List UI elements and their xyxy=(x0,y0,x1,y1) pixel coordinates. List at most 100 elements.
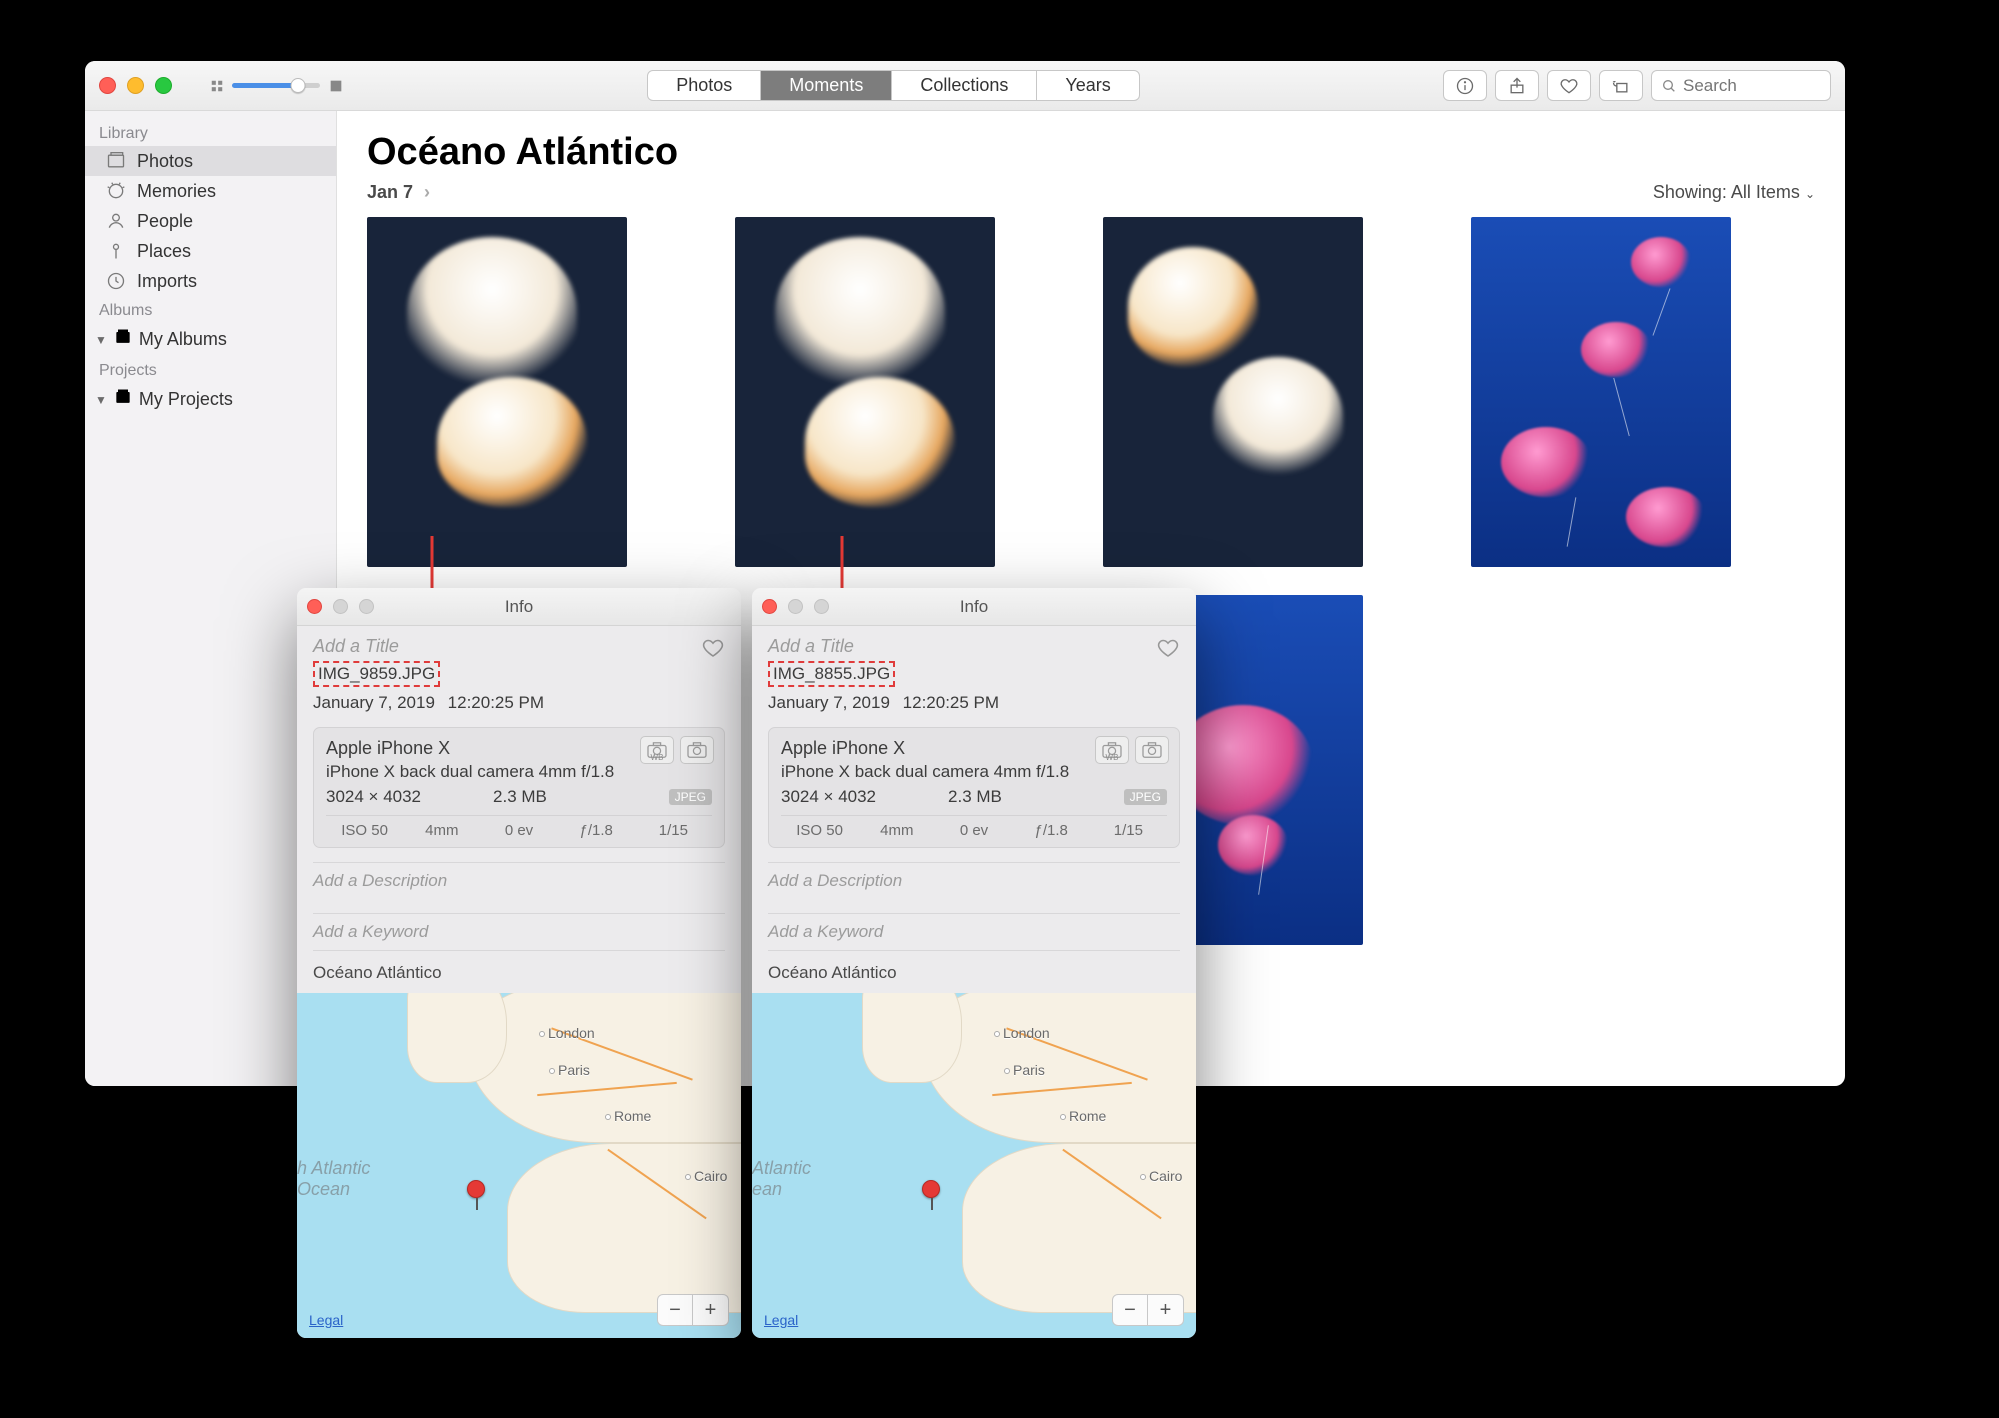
moment-date-link[interactable]: Jan 7 › xyxy=(367,182,430,203)
camera-lens: iPhone X back dual camera 4mm f/1.8 xyxy=(781,762,1167,782)
sidebar-item-photos[interactable]: Photos xyxy=(85,146,336,176)
camera-lens: iPhone X back dual camera 4mm f/1.8 xyxy=(326,762,712,782)
album-icon xyxy=(113,327,133,352)
photo-thumbnail[interactable] xyxy=(1471,217,1731,567)
camera-info-button[interactable] xyxy=(1135,736,1169,764)
heart-icon xyxy=(1156,636,1180,660)
sidebar-item-people[interactable]: People xyxy=(85,206,336,236)
sidebar-item-memories[interactable]: Memories xyxy=(85,176,336,206)
info-window-title: Info xyxy=(752,597,1196,617)
map-pin[interactable] xyxy=(467,1180,487,1208)
image-dimensions: 3024 × 4032 xyxy=(781,787,876,807)
sidebar-label: My Albums xyxy=(139,329,227,350)
keyword-field[interactable]: Add a Keyword xyxy=(313,913,725,951)
chevron-down-icon: ⌄ xyxy=(1805,187,1815,201)
date-time: January 7, 2019 12:20:25 PM xyxy=(768,693,1180,713)
sidebar-item-places[interactable]: Places xyxy=(85,236,336,266)
fullscreen-window-button[interactable] xyxy=(155,77,172,94)
favorite-toggle[interactable] xyxy=(701,636,725,665)
exif-iso: ISO 50 xyxy=(326,822,403,839)
info-window-title: Info xyxy=(297,597,741,617)
sidebar-item-my-projects[interactable]: ▼ My Projects xyxy=(85,383,336,416)
toolbar-right xyxy=(1443,70,1831,101)
map-city-london: London xyxy=(539,1025,595,1041)
format-badge: JPEG xyxy=(669,789,712,805)
map-city-paris: Paris xyxy=(549,1062,590,1078)
tab-photos[interactable]: Photos xyxy=(648,71,761,100)
photo-time: 12:20:25 PM xyxy=(903,693,999,712)
window-controls xyxy=(99,77,172,94)
description-field[interactable]: Add a Description xyxy=(313,862,725,899)
moment-title: Océano Atlántico xyxy=(367,131,1815,174)
showing-filter[interactable]: Showing: All Items ⌄ xyxy=(1653,182,1815,203)
title-field[interactable]: Add a Title xyxy=(768,636,1180,657)
chevron-right-icon: › xyxy=(424,182,430,202)
photo-thumbnail[interactable] xyxy=(735,217,995,567)
sidebar-section-projects: Projects xyxy=(85,356,336,383)
location-map[interactable]: London Paris Rome Cairo Atlantic ean − +… xyxy=(752,993,1196,1338)
photo-location: Océano Atlántico xyxy=(752,951,1196,993)
map-zoom-controls: − + xyxy=(1112,1294,1184,1326)
keyword-field[interactable]: Add a Keyword xyxy=(768,913,1180,951)
map-zoom-out-button[interactable]: − xyxy=(657,1294,693,1326)
map-ocean-label: Atlantic ean xyxy=(752,1158,811,1199)
format-badge: JPEG xyxy=(1124,789,1167,805)
grid-small-icon xyxy=(210,79,224,93)
rotate-button[interactable] xyxy=(1599,70,1643,101)
titlebar: Photos Moments Collections Years xyxy=(85,61,1845,111)
sidebar-label: My Projects xyxy=(139,389,233,410)
exif-iso: ISO 50 xyxy=(781,822,858,839)
grid-large-icon xyxy=(328,78,344,94)
photo-time: 12:20:25 PM xyxy=(448,693,544,712)
share-button[interactable] xyxy=(1495,70,1539,101)
map-zoom-in-button[interactable]: + xyxy=(693,1294,729,1326)
tab-moments[interactable]: Moments xyxy=(761,71,892,100)
search-input[interactable] xyxy=(1683,76,1813,96)
wb-label: WB xyxy=(1106,753,1119,762)
exif-ev: 0 ev xyxy=(935,822,1012,839)
map-pin[interactable] xyxy=(922,1180,942,1208)
map-legal-link[interactable]: Legal xyxy=(309,1312,343,1328)
title-field[interactable]: Add a Title xyxy=(313,636,725,657)
sidebar-section-albums: Albums xyxy=(85,296,336,323)
map-legal-link[interactable]: Legal xyxy=(764,1312,798,1328)
disclosure-triangle-icon: ▼ xyxy=(95,393,107,407)
favorite-toggle[interactable] xyxy=(1156,636,1180,665)
exif-focal: 4mm xyxy=(403,822,480,839)
camera-metadata-card: WB Apple iPhone X iPhone X back dual cam… xyxy=(768,727,1180,848)
tab-years[interactable]: Years xyxy=(1037,71,1138,100)
share-icon xyxy=(1507,76,1527,96)
camera-icon xyxy=(686,741,708,759)
map-city-rome: Rome xyxy=(1060,1108,1106,1124)
tab-collections[interactable]: Collections xyxy=(892,71,1037,100)
photo-thumbnail[interactable] xyxy=(367,217,627,567)
exif-focal: 4mm xyxy=(858,822,935,839)
sidebar-item-my-albums[interactable]: ▼ My Albums xyxy=(85,323,336,356)
camera-info-button[interactable] xyxy=(680,736,714,764)
location-map[interactable]: London Paris Rome Cairo h Atlantic Ocean… xyxy=(297,993,741,1338)
info-button[interactable] xyxy=(1443,70,1487,101)
search-field[interactable] xyxy=(1651,70,1831,101)
map-city-cairo: Cairo xyxy=(1140,1168,1182,1184)
sidebar-item-imports[interactable]: Imports xyxy=(85,266,336,296)
filename-highlight: IMG_8855.JPG xyxy=(768,661,895,687)
exif-ev: 0 ev xyxy=(480,822,557,839)
sidebar-section-library: Library xyxy=(85,119,336,146)
sidebar-label: Imports xyxy=(137,271,197,292)
thumbnail-zoom-slider[interactable] xyxy=(210,78,344,94)
photo-thumbnail[interactable] xyxy=(1103,217,1363,567)
map-zoom-out-button[interactable]: − xyxy=(1112,1294,1148,1326)
map-zoom-in-button[interactable]: + xyxy=(1148,1294,1184,1326)
places-icon xyxy=(105,240,127,262)
sidebar-label: Photos xyxy=(137,151,193,172)
map-city-paris: Paris xyxy=(1004,1062,1045,1078)
raw-wb-button[interactable]: WB xyxy=(640,736,674,764)
disclosure-triangle-icon: ▼ xyxy=(95,333,107,347)
project-icon xyxy=(113,387,133,412)
raw-wb-button[interactable]: WB xyxy=(1095,736,1129,764)
description-field[interactable]: Add a Description xyxy=(768,862,1180,899)
minimize-window-button[interactable] xyxy=(127,77,144,94)
close-window-button[interactable] xyxy=(99,77,116,94)
sidebar-label: Memories xyxy=(137,181,216,202)
favorite-button[interactable] xyxy=(1547,70,1591,101)
